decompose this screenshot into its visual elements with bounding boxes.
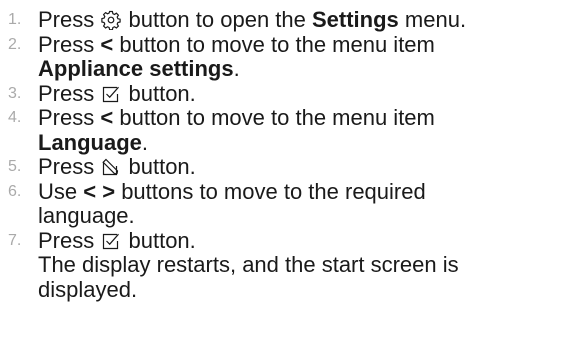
step-number: 3. [8,84,22,102]
text-segment: Press [38,154,95,179]
step-line: Press < button to move to the menu item [38,105,584,131]
menu-item-language: Language [38,129,142,155]
text-segment: button. [128,80,196,106]
edit-icon [101,157,121,177]
confirm-check-icon [101,84,121,104]
instruction-document: 1. Press button to open the Settings men… [0,0,584,358]
step-text: Use < > buttons to move to the required … [38,178,584,229]
step-5: 5. Press button. [6,154,584,180]
menu-item-appliance-settings: Appliance settings [38,56,234,81]
text-segment: button. [128,227,196,253]
text-segment: button. [128,154,196,179]
text-segment: button to move to the menu item [119,31,435,57]
step-text: Press button to open the Settings menu. [38,7,584,33]
step-result: The display restarts, and the start scre… [38,252,459,277]
instruction-steps-list: 1. Press button to open the Settings men… [6,7,584,303]
left-chevron-key: < [100,31,114,57]
step-line: Appliance settings. [38,56,584,82]
step-number: 7. [8,231,22,249]
text-segment: buttons to move to the required [121,178,426,204]
step-text: Press < button to move to the menu item … [38,105,584,156]
step-7: 7. Press button. The display restarts, a… [6,227,584,303]
step-line: Press button. [38,80,584,107]
confirm-check-icon [101,231,121,251]
gear-icon [101,10,122,30]
step-text: Press button. [38,80,584,107]
step-number: 1. [8,11,22,28]
text-segment: Press [38,227,95,253]
step-4: 4. Press < button to move to the menu it… [6,105,584,156]
step-line: language. [38,203,135,228]
step-line: Language. [38,129,584,156]
step-number: 5. [8,158,22,175]
step-number: 2. [8,35,22,53]
step-text: Press button. [38,154,584,180]
text-segment: Press [38,80,95,106]
text-segment: Press [38,105,95,130]
step-6: 6. Use < > buttons to move to the requir… [6,178,584,229]
text-segment: menu. [404,7,467,32]
step-line: Press < button to move to the menu item [38,31,584,58]
step-1: 1. Press button to open the Settings men… [6,7,584,33]
text-segment: button to open the [128,7,306,32]
step-result: displayed. [38,276,138,302]
step-number: 4. [8,109,22,126]
step-line: Press button. [38,227,584,254]
text-segment: button to move to the menu item [119,105,435,130]
left-chevron-key: < [100,105,114,130]
step-2: 2. Press < button to move to the menu it… [6,31,584,82]
text-segment: . [141,129,149,155]
step-text: Press < button to move to the menu item … [38,31,584,82]
left-right-chevron-keys: < > [83,178,116,204]
step-number: 6. [8,182,22,200]
step-line: Use < > buttons to move to the required [38,178,584,205]
text-segment: Use [38,178,78,204]
step-line: Press button to open the Settings menu. [38,7,584,33]
menu-name-settings: Settings [312,7,399,32]
step-line: Press button. [38,154,584,180]
text-segment: Press [38,31,95,57]
text-segment: Press [38,7,95,32]
step-text: Press button. The display restarts, and … [38,227,584,303]
step-3: 3. Press button. [6,80,584,107]
text-segment: . [233,56,240,81]
